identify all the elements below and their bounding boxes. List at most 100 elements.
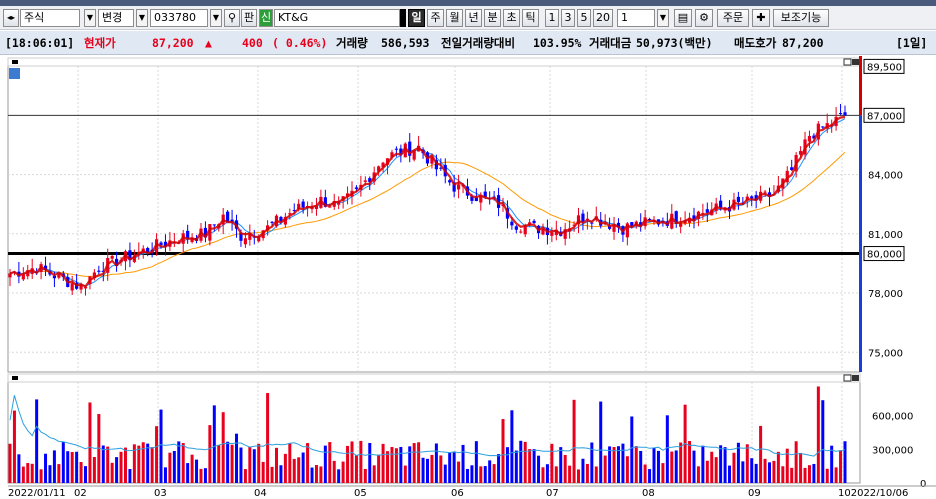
support-price-marker: 80,000 bbox=[867, 250, 902, 261]
chevron-down-icon[interactable]: ▼ bbox=[210, 9, 222, 27]
period-month-button[interactable]: 월 bbox=[446, 9, 463, 27]
month-tick-label: 06 bbox=[451, 488, 464, 496]
chevron-down-icon[interactable]: ▼ bbox=[136, 9, 148, 27]
volume-label: 거래량 bbox=[336, 36, 368, 50]
period-day-button[interactable]: 일 bbox=[408, 9, 425, 27]
chevron-down-icon[interactable]: ▼ bbox=[84, 9, 96, 27]
volume-bar bbox=[577, 469, 581, 483]
crosshair-icon[interactable]: ✚ bbox=[752, 9, 770, 27]
volume-bar bbox=[537, 455, 541, 483]
volume-bar bbox=[736, 442, 740, 483]
volume-bar bbox=[61, 442, 65, 483]
volume-bar bbox=[581, 458, 585, 483]
price-axis-label: 84,000 bbox=[868, 171, 903, 182]
minute-5-button[interactable]: 5 bbox=[577, 9, 591, 27]
volume-bar bbox=[701, 445, 705, 483]
chevron-down-icon[interactable]: ▼ bbox=[657, 9, 669, 27]
stock-name-field[interactable]: KT&G bbox=[274, 9, 400, 27]
volume-bar bbox=[350, 441, 354, 483]
volume-bar bbox=[719, 445, 723, 483]
volume-bar bbox=[790, 467, 794, 483]
volume-bar bbox=[297, 457, 301, 483]
pan-button[interactable]: 판 bbox=[241, 9, 257, 27]
month-tick-label: 07 bbox=[546, 488, 559, 496]
minute-3-button[interactable]: 3 bbox=[561, 9, 575, 27]
volume-bar bbox=[767, 462, 771, 483]
count-input[interactable]: 1 bbox=[617, 9, 655, 27]
gear-icon[interactable]: ⚙ bbox=[695, 9, 713, 27]
volume-bar bbox=[705, 460, 709, 483]
splitter-handle[interactable] bbox=[400, 9, 406, 27]
month-tick-label: 05 bbox=[354, 488, 367, 496]
volume-axis-label: 600,000 bbox=[872, 412, 913, 423]
candle-body bbox=[97, 270, 101, 272]
volume-bar bbox=[825, 468, 829, 483]
candle-body bbox=[270, 221, 274, 223]
period-year-button[interactable]: 년 bbox=[465, 9, 482, 27]
change-select[interactable]: 변경 bbox=[98, 9, 134, 27]
volume-bar bbox=[44, 453, 48, 483]
chart-area[interactable]: 84,000 81,000 78,000 75,000 89,500 87,000 80,0… bbox=[0, 55, 936, 499]
volume-bar bbox=[523, 441, 527, 483]
market-select[interactable]: 주식 bbox=[20, 9, 80, 27]
period-minute-button[interactable]: 분 bbox=[484, 9, 501, 27]
volume-bar bbox=[172, 450, 176, 483]
volume-bar bbox=[759, 425, 763, 483]
candle-body bbox=[550, 232, 554, 236]
aux-function-button[interactable]: 보조기능 bbox=[773, 9, 829, 27]
volume-bar bbox=[439, 455, 443, 483]
volume-bar bbox=[474, 441, 478, 483]
volume-bar bbox=[461, 444, 465, 483]
volume-bar bbox=[670, 451, 674, 483]
volume-bar bbox=[243, 469, 247, 483]
nav-arrows-icon[interactable]: ◂▸ bbox=[3, 9, 19, 27]
high-price-marker: 89,500 bbox=[867, 62, 902, 73]
volume-bar bbox=[843, 441, 847, 483]
volume-bar bbox=[146, 443, 150, 483]
volume-bar bbox=[257, 443, 261, 483]
volume-bar bbox=[723, 447, 727, 483]
magnifier-icon[interactable]: ⚲ bbox=[224, 9, 240, 27]
prev-volume-label: 전일거래량대비 bbox=[441, 36, 516, 50]
volume-bar bbox=[48, 465, 52, 483]
volume-bar bbox=[128, 468, 132, 483]
period-second-button[interactable]: 초 bbox=[503, 9, 520, 27]
stock-code-input[interactable]: 033780 bbox=[150, 9, 208, 27]
volume-bar bbox=[270, 466, 274, 483]
volume-bar bbox=[208, 425, 212, 483]
volume-bar bbox=[559, 447, 563, 483]
amount-value: 50,973(백만) bbox=[636, 36, 713, 50]
candle-body bbox=[363, 180, 367, 182]
stock-chart[interactable]: 84,000 81,000 78,000 75,000 89,500 87,000 80,0… bbox=[0, 55, 936, 499]
volume-bar bbox=[377, 454, 381, 483]
volume-bar bbox=[594, 466, 598, 483]
minute-1-button[interactable]: 1 bbox=[545, 9, 559, 27]
period-tick-button[interactable]: 틱 bbox=[522, 9, 539, 27]
close-icon bbox=[852, 59, 859, 65]
volume-bar bbox=[492, 464, 496, 483]
minute-20-button[interactable]: 20 bbox=[593, 9, 613, 27]
volume-bar bbox=[390, 446, 394, 483]
volume-bar bbox=[807, 465, 811, 483]
volume-bar bbox=[30, 463, 34, 483]
volume-bar bbox=[541, 467, 545, 483]
candle-body bbox=[354, 187, 359, 189]
amount-label: 거래대금 bbox=[589, 36, 632, 50]
volume-bar bbox=[656, 450, 660, 483]
volume-bar bbox=[323, 445, 327, 483]
volume-panel-header bbox=[7, 373, 861, 383]
volume-bar bbox=[159, 409, 163, 483]
volume-bar bbox=[123, 447, 127, 483]
order-button[interactable]: 주문 bbox=[717, 9, 749, 27]
volume-bar bbox=[399, 446, 403, 483]
volume-bar bbox=[150, 447, 154, 483]
axis-down-range-bar bbox=[859, 115, 862, 372]
save-icon[interactable]: ▤ bbox=[674, 9, 692, 27]
volume-bar bbox=[288, 443, 292, 483]
volume-bar bbox=[306, 443, 310, 483]
date-axis-end: 102022/10/06 bbox=[838, 488, 908, 496]
volume-bar bbox=[572, 399, 576, 483]
price-panel bbox=[7, 65, 861, 373]
period-week-button[interactable]: 주 bbox=[427, 9, 444, 27]
panel-marker-icon bbox=[12, 60, 18, 64]
